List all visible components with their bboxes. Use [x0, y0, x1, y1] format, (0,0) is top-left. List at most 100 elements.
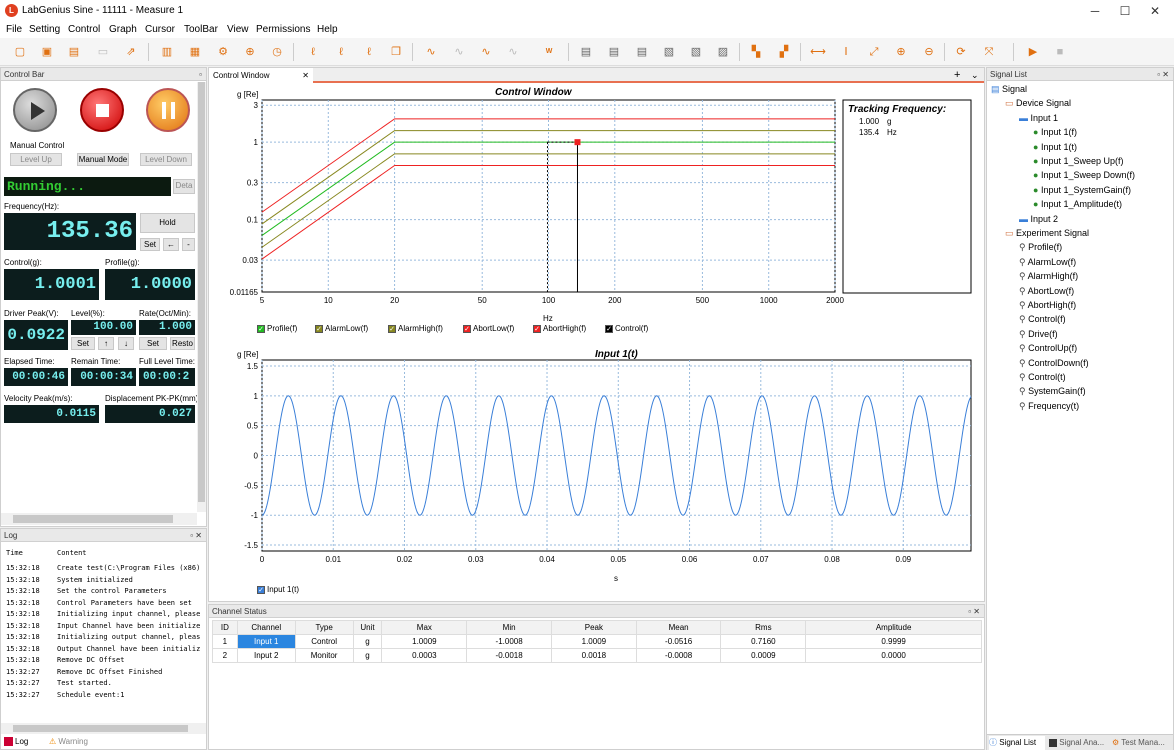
detail-button[interactable]: Deta: [173, 179, 195, 194]
tree-experiment-item[interactable]: ⚲ Control(f): [1019, 314, 1066, 325]
fit-view-icon[interactable]: ⤧: [979, 42, 999, 62]
zoom-out-icon[interactable]: ⊖: [919, 42, 939, 62]
legend-checkbox[interactable]: ✓: [257, 585, 265, 594]
open-folder-icon[interactable]: ▭: [93, 42, 113, 62]
level-up-arrow-button[interactable]: ↑: [98, 337, 114, 350]
close-tab-icon[interactable]: ✕: [302, 68, 309, 83]
tree-experiment-signal[interactable]: ▭ Experiment Signal: [1005, 228, 1089, 239]
refresh-icon[interactable]: ⟳: [951, 42, 971, 62]
save-icon[interactable]: ▣: [37, 42, 57, 62]
grid-3-icon[interactable]: ▤: [632, 42, 652, 62]
tab-signal-analysis[interactable]: Signal Ana...: [1049, 736, 1111, 750]
level-up-button[interactable]: Level Up: [10, 153, 62, 166]
tree-experiment-item[interactable]: ⚲ AbortLow(f): [1019, 286, 1074, 297]
column-header[interactable]: Unit: [352, 620, 383, 635]
tree-experiment-item[interactable]: ⚲ AbortHigh(f): [1019, 300, 1076, 311]
vertical-scrollbar[interactable]: [197, 82, 206, 512]
legend-input1t[interactable]: ✓ Input 1(t): [257, 585, 299, 594]
globe-icon[interactable]: ⊕: [240, 42, 260, 62]
column-header[interactable]: Min: [466, 620, 552, 635]
menu-control[interactable]: Control: [68, 24, 100, 35]
export-icon[interactable]: ⇗: [121, 42, 141, 62]
table-row[interactable]: 2 Input 2 Monitor g 0.0003 -0.0018 0.0018 -0.00…: [212, 648, 982, 663]
save-as-icon[interactable]: ▤: [64, 42, 84, 62]
run-icon[interactable]: ▶: [1023, 42, 1043, 62]
chart-3-icon[interactable]: ▨: [713, 42, 733, 62]
level-down-arrow-button[interactable]: ↓: [118, 337, 134, 350]
copy-icon[interactable]: ❐: [386, 42, 406, 62]
chart-2-icon[interactable]: ▧: [686, 42, 706, 62]
sine-wave-icon[interactable]: ∿: [421, 42, 441, 62]
zoom-in-icon[interactable]: ⊕: [891, 42, 911, 62]
clock-icon[interactable]: ◷: [267, 42, 287, 62]
chart-1-icon[interactable]: ▧: [659, 42, 679, 62]
pin-icon[interactable]: ▫ ✕: [968, 605, 980, 618]
legend-alarmhigh[interactable]: ✓ AlarmHigh(f): [388, 324, 443, 333]
cursor-horizontal-icon[interactable]: ⟷: [808, 42, 828, 62]
tab-test-manager[interactable]: ⚙ Test Mana...: [1112, 736, 1172, 750]
column-header[interactable]: ID: [212, 620, 238, 635]
pin-icon[interactable]: ▫ ✕: [190, 529, 202, 542]
tree-input1-signal[interactable]: ● Input 1(f): [1033, 127, 1077, 137]
legend-checkbox[interactable]: ✓: [257, 324, 265, 333]
sine-wave-disabled-icon[interactable]: ∿: [449, 42, 469, 62]
chart2-plot-area[interactable]: [261, 359, 972, 552]
tree-input2[interactable]: ▬ Input 2: [1019, 214, 1058, 224]
word-export-icon[interactable]: W: [539, 42, 559, 62]
scrollbar-thumb[interactable]: [13, 515, 173, 523]
tree-experiment-item[interactable]: ⚲ AlarmLow(f): [1019, 257, 1076, 268]
legend-checkbox[interactable]: ✓: [605, 324, 613, 333]
column-header[interactable]: Rms: [720, 620, 807, 635]
tree-input1-signal[interactable]: ● Input 1(t): [1033, 142, 1077, 152]
tree-experiment-item[interactable]: ⚲ AlarmHigh(f): [1019, 271, 1078, 282]
sine-wave-3-icon[interactable]: ∿: [503, 42, 523, 62]
legend-control[interactable]: ✓ Control(f): [605, 324, 648, 333]
tree-experiment-item[interactable]: ⚲ Drive(f): [1019, 329, 1058, 340]
tree-experiment-item[interactable]: ⚲ SystemGain(f): [1019, 386, 1086, 397]
legend-checkbox[interactable]: ✓: [388, 324, 396, 333]
column-header[interactable]: Channel: [236, 620, 296, 635]
legend-profile[interactable]: ✓ Profile(f): [257, 324, 297, 333]
log-scrollbar[interactable]: [1, 723, 206, 734]
level-1-icon[interactable]: ℓ: [303, 42, 323, 62]
grid-1-icon[interactable]: ▤: [576, 42, 596, 62]
stop-icon[interactable]: ■: [1050, 42, 1070, 62]
new-file-icon[interactable]: ▢: [10, 42, 30, 62]
cascade-window-icon[interactable]: ▞: [774, 42, 794, 62]
pause-button[interactable]: [146, 88, 190, 132]
tab-log[interactable]: Log: [4, 735, 44, 749]
tree-signal-root[interactable]: ▤ Signal: [991, 84, 1027, 95]
tree-experiment-item[interactable]: ⚲ Control(t): [1019, 372, 1066, 383]
tree-experiment-item[interactable]: ⚲ Frequency(t): [1019, 401, 1079, 412]
freq-left-button[interactable]: ←: [163, 238, 179, 251]
table-row[interactable]: 1 Input 1 Control g 1.0009 -1.0008 1.0009 -0.05…: [212, 634, 982, 649]
menu-file[interactable]: File: [6, 24, 22, 35]
minimize-button[interactable]: ─: [1080, 3, 1110, 19]
manual-mode-button[interactable]: Manual Mode: [77, 153, 129, 166]
hold-button[interactable]: Hold: [140, 213, 195, 233]
level-3-icon[interactable]: ℓ: [359, 42, 379, 62]
add-tab-icon[interactable]: +: [954, 69, 960, 81]
freq-set-button[interactable]: Set: [140, 238, 160, 251]
maximize-button[interactable]: ☐: [1110, 3, 1140, 19]
chart1-control-point[interactable]: [574, 139, 581, 146]
tab-signal-list[interactable]: ⓘ Signal List: [989, 736, 1045, 750]
rate-restore-button[interactable]: Resto: [170, 337, 195, 350]
sine-wave-2-icon[interactable]: ∿: [476, 42, 496, 62]
legend-checkbox[interactable]: ✓: [315, 324, 323, 333]
column-header[interactable]: Max: [381, 620, 468, 635]
play-button[interactable]: [13, 88, 57, 132]
stop-button[interactable]: [80, 88, 124, 132]
tree-input1-signal[interactable]: ● Input 1_SystemGain(f): [1033, 185, 1131, 195]
tree-experiment-item[interactable]: ⚲ ControlUp(f): [1019, 343, 1077, 354]
tree-input1-signal[interactable]: ● Input 1_Sweep Up(f): [1033, 156, 1123, 166]
legend-checkbox[interactable]: ✓: [533, 324, 541, 333]
legend-aborthigh[interactable]: ✓ AbortHigh(f): [533, 324, 586, 333]
level-2-icon[interactable]: ℓ: [331, 42, 351, 62]
tree-input1-signal[interactable]: ● Input 1_Amplitude(t): [1033, 199, 1122, 209]
settings-gear-icon[interactable]: ⚙: [213, 42, 233, 62]
tab-warning[interactable]: ⚠ Warning: [49, 735, 99, 749]
legend-abortlow[interactable]: ✓ AbortLow(f): [463, 324, 514, 333]
pin-icon[interactable]: ▫ ✕: [1157, 68, 1169, 81]
tile-window-icon[interactable]: ▚: [746, 42, 766, 62]
